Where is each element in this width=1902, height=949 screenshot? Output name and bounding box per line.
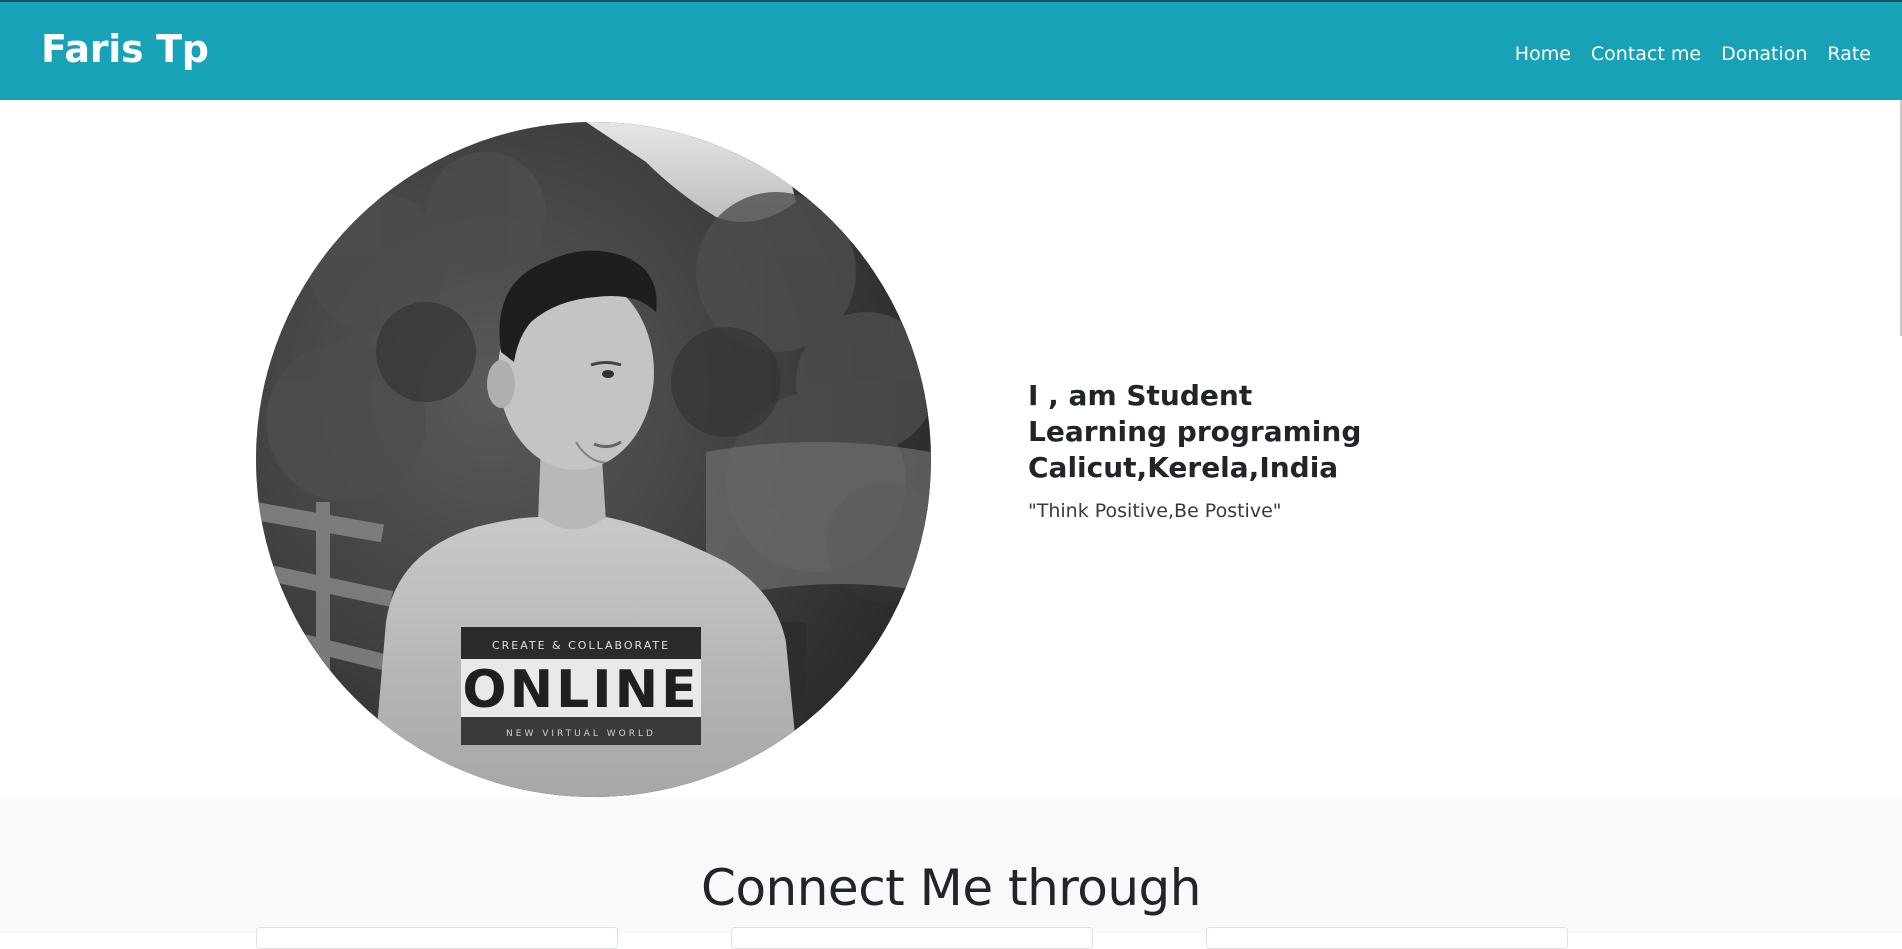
navbar: Faris Tp Home Contact me Donation Rate: [0, 2, 1902, 100]
shirt-print-main: ONLINE: [462, 660, 699, 720]
nav-link-contact[interactable]: Contact me: [1591, 43, 1701, 65]
shirt-print-bottom: NEW VIRTUAL WORLD: [506, 729, 656, 739]
connect-card-1[interactable]: [256, 927, 618, 949]
hero-line-location: Calicut,Kerela,India: [1028, 451, 1339, 484]
nav-links: Home Contact me Donation Rate: [1515, 43, 1871, 65]
hero-text: I , am Student Learning programing Calic…: [1028, 378, 1361, 522]
profile-photo: CREATE & COLLABORATE ONLINE NEW VIRTUAL …: [256, 122, 931, 797]
nav-link-rate[interactable]: Rate: [1827, 43, 1871, 65]
hero-line-student: I , am Student: [1028, 379, 1253, 412]
connect-section: Connect Me through: [0, 797, 1902, 949]
profile-photo-graphic: CREATE & COLLABORATE ONLINE NEW VIRTUAL …: [256, 122, 931, 797]
hero-quote: "Think Positive,Be Postive": [1028, 500, 1282, 522]
nav-link-donation[interactable]: Donation: [1721, 43, 1807, 65]
hero-section: CREATE & COLLABORATE ONLINE NEW VIRTUAL …: [0, 100, 1902, 797]
connect-card-2[interactable]: [731, 927, 1093, 949]
nav-link-home[interactable]: Home: [1515, 43, 1571, 65]
shirt-print-top: CREATE & COLLABORATE: [492, 639, 670, 652]
connect-card-3[interactable]: [1206, 927, 1568, 949]
connect-title: Connect Me through: [701, 859, 1201, 917]
hero-line-learning: Learning programing: [1028, 415, 1362, 448]
brand-logo[interactable]: Faris Tp: [41, 27, 209, 71]
